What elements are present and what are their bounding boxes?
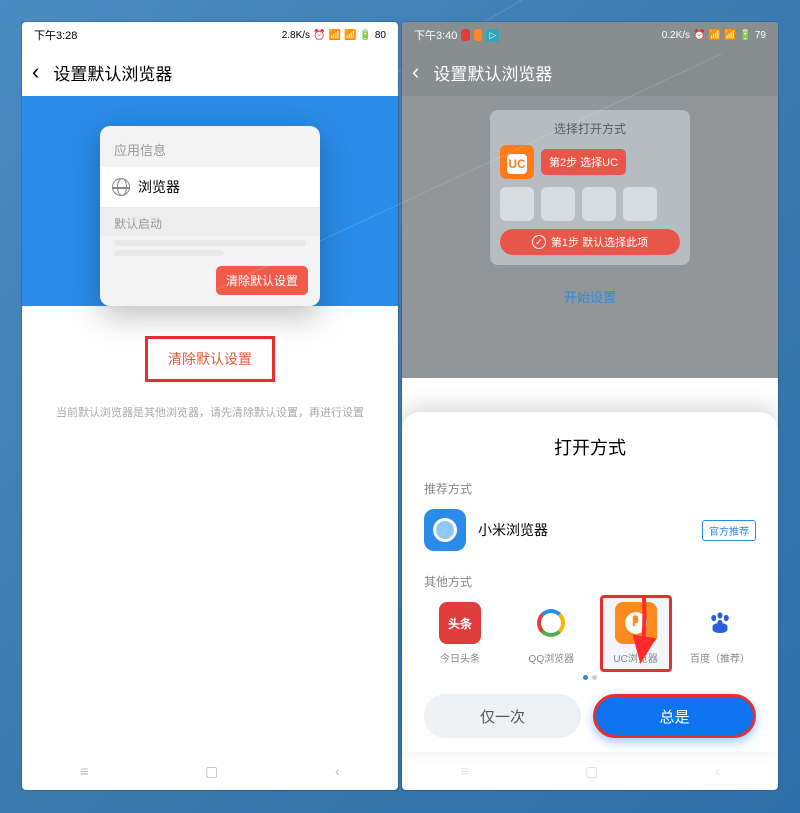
just-once-button[interactable]: 仅一次 [424, 694, 581, 738]
back-icon[interactable]: ‹ [32, 59, 39, 85]
battery-icon: 🔋 [359, 30, 371, 41]
browser-row: 浏览器 [100, 167, 320, 207]
app-header: ‹ 设置默认浏览器 [402, 48, 778, 96]
guide-card: 选择打开方式 UC 第2步 选择UC ✓ 第1步 默认选择此项 [490, 110, 690, 265]
phone-left: 下午3:28 2.8K/s ⏰ 📶 📶 🔋 80 ‹ 设置默认浏览器 应用信息 … [22, 22, 398, 790]
nav-recents-icon[interactable]: ≡ [460, 763, 468, 779]
nav-home-icon[interactable]: ▢ [205, 763, 218, 780]
placeholder-line [114, 250, 224, 256]
option-qq[interactable]: QQ浏览器 [515, 602, 587, 665]
guide-area: 选择打开方式 UC 第2步 选择UC ✓ 第1步 默认选择此项 开始设置 [402, 96, 778, 378]
signal-icon: 📶 [709, 30, 721, 41]
nav-back-icon[interactable]: ‹ [715, 763, 720, 779]
status-bar: 下午3:40 ▷ 0.2K/s ⏰ 📶 📶 🔋 79 [402, 22, 778, 48]
illustration-area: 应用信息 浏览器 默认启动 清除默认设置 [22, 96, 398, 306]
guide-title: 选择打开方式 [500, 120, 680, 137]
option-toutiao[interactable]: 头条 今日头条 [424, 602, 496, 665]
nav-recents-icon[interactable]: ≡ [80, 763, 88, 779]
mi-browser-icon [424, 509, 466, 551]
globe-icon [112, 178, 130, 196]
placeholder-icon [582, 187, 616, 221]
page-title: 设置默认浏览器 [433, 60, 552, 85]
other-label: 其他方式 [424, 573, 756, 590]
guide-row-2 [500, 187, 680, 221]
toutiao-icon: 头条 [439, 602, 481, 644]
recommend-option[interactable]: 小米浏览器 官方推荐 [424, 509, 756, 551]
hint-text: 当前默认浏览器是其他浏览器，请先清除默认设置，再进行设置 [56, 404, 364, 420]
sheet-title: 打开方式 [424, 434, 756, 460]
mi-browser-name: 小米浏览器 [478, 520, 690, 540]
check-icon: ✓ [532, 235, 546, 249]
status-time: 下午3:28 [34, 27, 77, 43]
start-setup-link[interactable]: 开始设置 [564, 287, 616, 306]
action-section: 清除默认设置 当前默认浏览器是其他浏览器，请先清除默认设置，再进行设置 [22, 306, 398, 752]
dot-active [583, 675, 588, 680]
app-badge-icon [474, 29, 483, 41]
battery-icon: 🔋 [739, 30, 751, 41]
nav-bar: ≡ ▢ ‹ [402, 752, 778, 790]
nav-home-icon[interactable]: ▢ [585, 763, 598, 780]
app-info-card: 应用信息 浏览器 默认启动 清除默认设置 [100, 126, 320, 306]
recommend-label: 推荐方式 [424, 480, 756, 497]
app-badge-icon [461, 29, 470, 41]
guide-row-1: UC 第2步 选择UC [500, 145, 680, 179]
status-time: 下午3:40 [414, 27, 457, 43]
default-launch-label: 默认启动 [100, 207, 320, 236]
page-dots [424, 675, 756, 680]
open-with-sheet: 打开方式 推荐方式 小米浏览器 官方推荐 其他方式 头条 今日头条 QQ浏览器 … [402, 412, 778, 752]
placeholder-line [114, 240, 306, 246]
wifi-icon: 📶 [344, 30, 356, 41]
app-badge-icon: ▷ [486, 29, 499, 42]
signal-icon: 📶 [329, 30, 341, 41]
baidu-icon [699, 602, 741, 644]
clear-default-button[interactable]: 清除默认设置 [145, 336, 275, 382]
qq-icon [530, 602, 572, 644]
option-baidu[interactable]: 百度（推荐） [684, 602, 756, 665]
placeholder-icon [623, 187, 657, 221]
status-right: 2.8K/s ⏰ 📶 📶 🔋 80 [282, 30, 386, 41]
app-header: ‹ 设置默认浏览器 [22, 48, 398, 96]
status-bar: 下午3:28 2.8K/s ⏰ 📶 📶 🔋 80 [22, 22, 398, 48]
placeholder-icon [500, 187, 534, 221]
placeholder-icon [541, 187, 575, 221]
status-right: 0.2K/s ⏰ 📶 📶 🔋 79 [662, 30, 766, 41]
step2-bubble: 第2步 选择UC [541, 149, 626, 175]
alarm-icon: ⏰ [313, 30, 325, 41]
official-badge: 官方推荐 [702, 520, 756, 541]
button-row: 仅一次 总是 [424, 694, 756, 738]
card-heading: 应用信息 [100, 138, 320, 167]
always-button[interactable]: 总是 [593, 694, 756, 738]
alarm-icon: ⏰ [693, 30, 705, 41]
clear-chip: 清除默认设置 [216, 266, 308, 295]
step1-bubble: ✓ 第1步 默认选择此项 [500, 229, 680, 255]
wifi-icon: 📶 [724, 30, 736, 41]
options-grid: 头条 今日头条 QQ浏览器 UC浏览器 百度（推荐） [424, 602, 756, 665]
phone-right: 下午3:40 ▷ 0.2K/s ⏰ 📶 📶 🔋 79 ‹ 设置默认浏览器 选择打… [402, 22, 778, 790]
nav-bar: ≡ ▢ ‹ [22, 752, 398, 790]
uc-icon: UC [500, 145, 534, 179]
dot [592, 675, 597, 680]
nav-back-icon[interactable]: ‹ [335, 763, 340, 779]
back-icon[interactable]: ‹ [412, 59, 419, 85]
page-title: 设置默认浏览器 [53, 60, 172, 85]
